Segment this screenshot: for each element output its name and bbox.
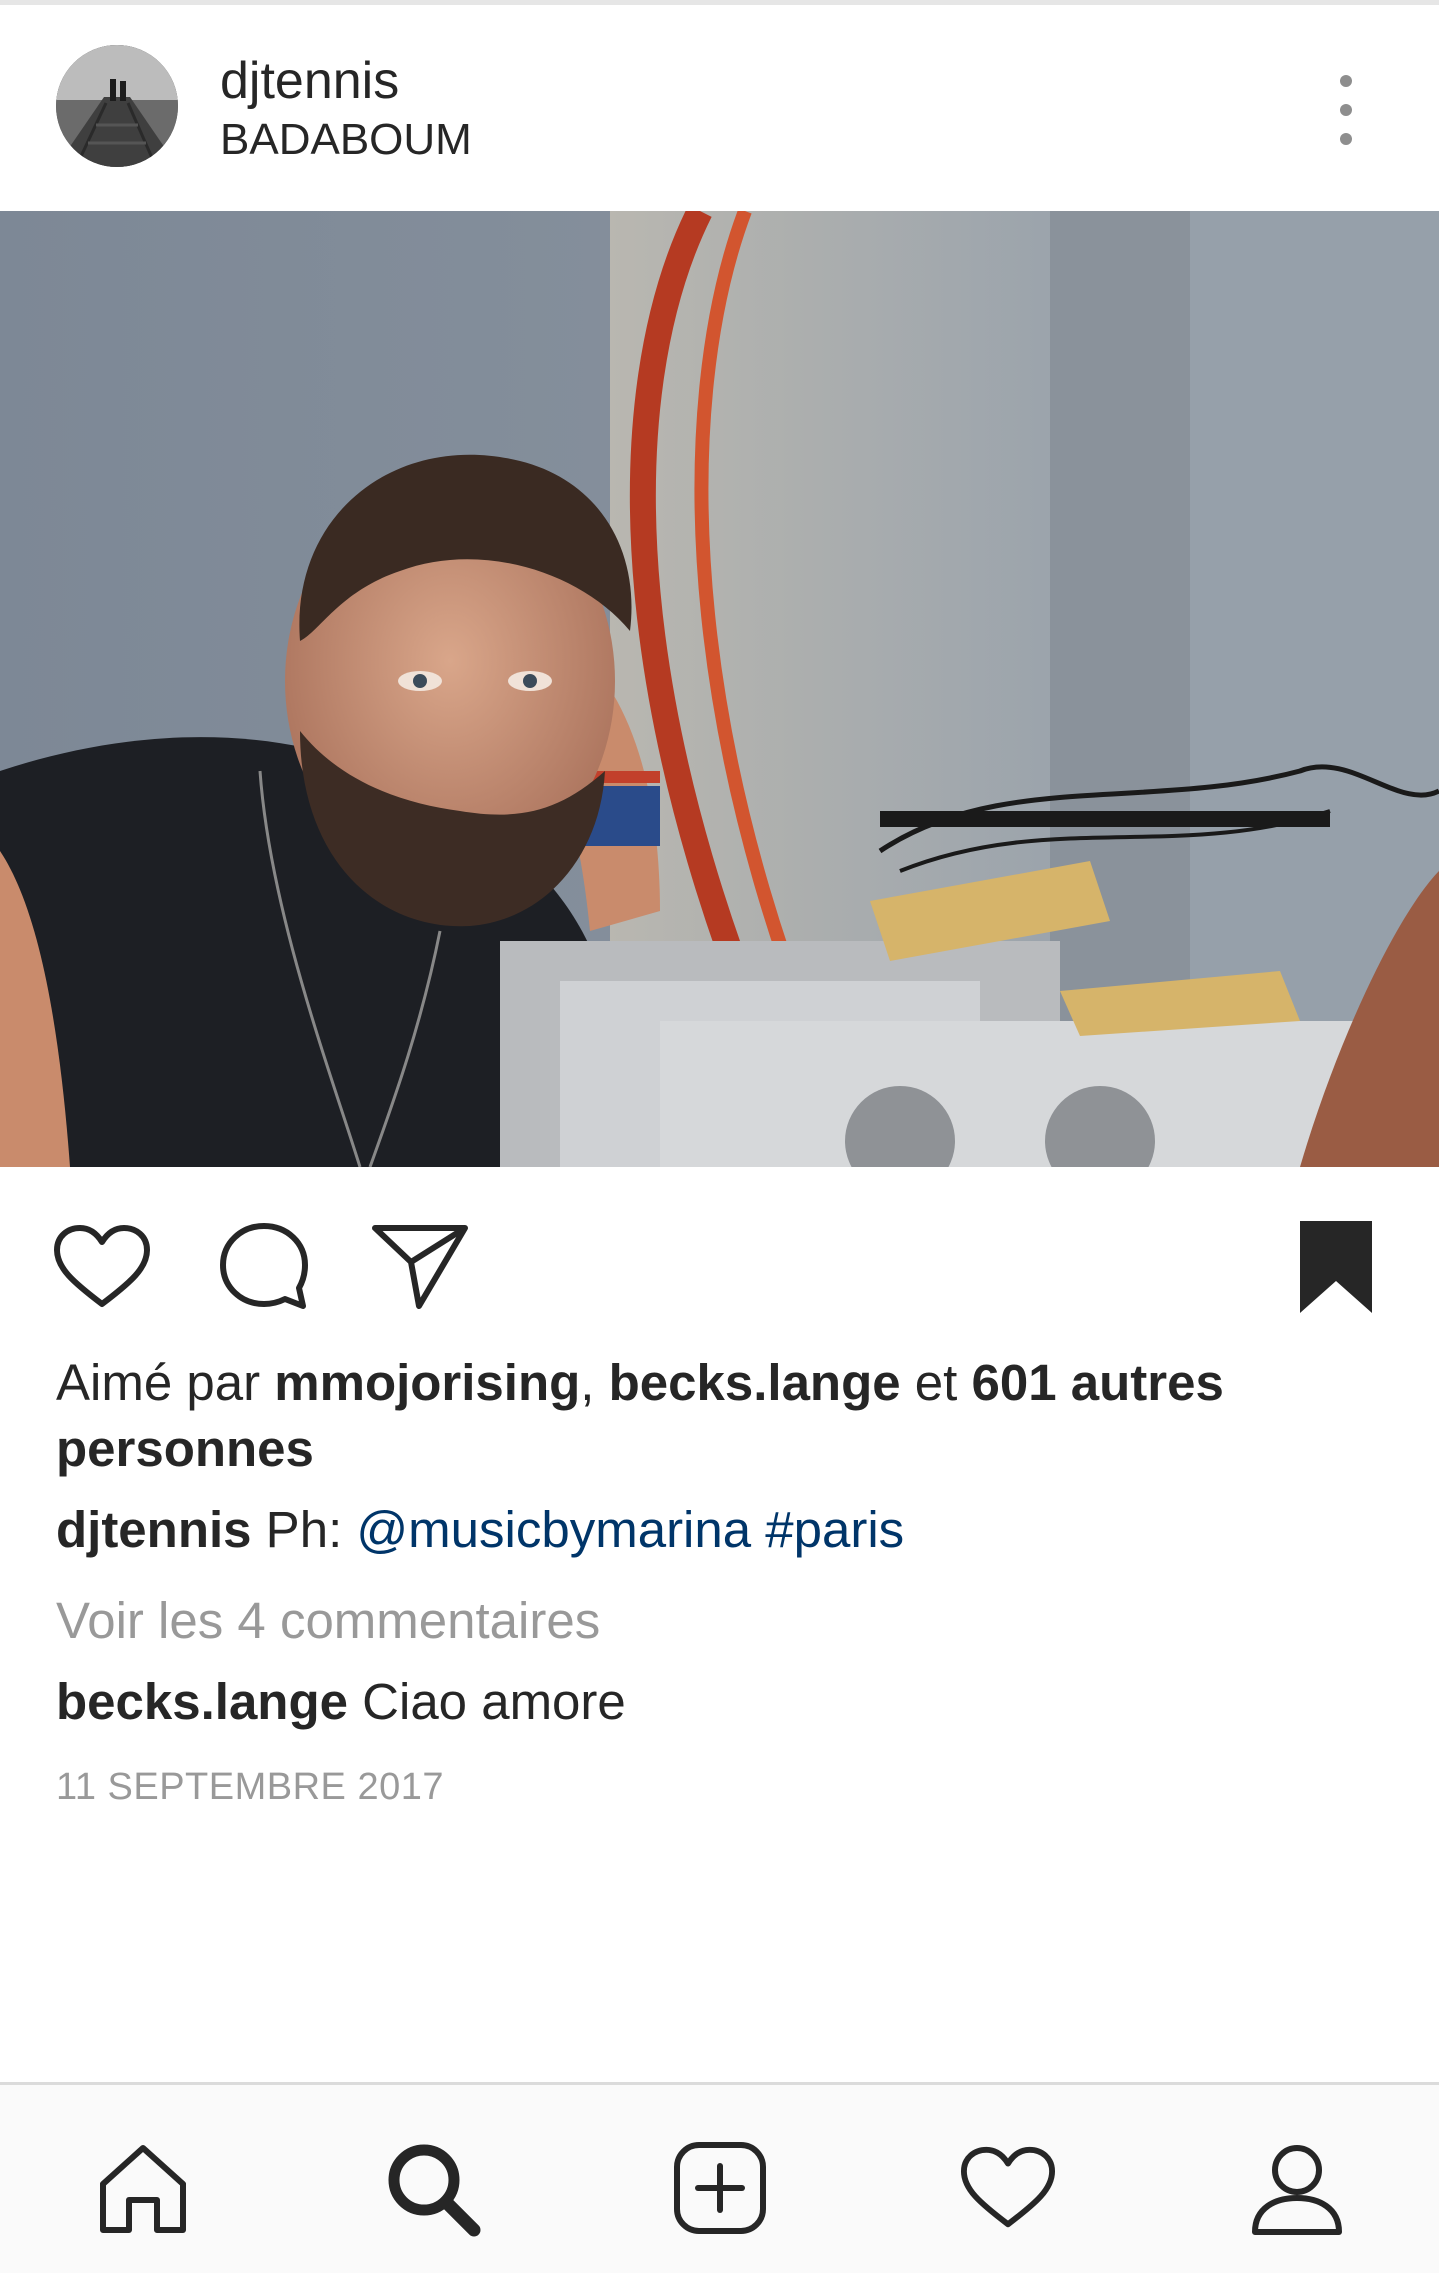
add-post-icon bbox=[674, 2142, 766, 2234]
nav-home[interactable] bbox=[88, 2133, 198, 2243]
nav-add-post[interactable] bbox=[665, 2133, 775, 2243]
likes-conjunction: et bbox=[900, 1354, 972, 1411]
share-button[interactable] bbox=[370, 1217, 470, 1317]
like-button[interactable] bbox=[52, 1217, 152, 1317]
bookmark-filled-icon bbox=[1300, 1221, 1372, 1313]
likes-prefix: Aimé par bbox=[56, 1354, 275, 1411]
bottom-navigation bbox=[0, 2082, 1439, 2273]
heart-outline-icon bbox=[960, 2146, 1056, 2228]
caption-author[interactable]: djtennis bbox=[56, 1501, 252, 1558]
likes-summary[interactable]: Aimé par mmojorising, becks.lange et 601… bbox=[56, 1350, 1386, 1482]
more-dot bbox=[1340, 75, 1352, 87]
post-actions bbox=[0, 1167, 1439, 1317]
heart-outline-icon bbox=[54, 1225, 150, 1307]
profile-icon bbox=[1252, 2145, 1342, 2235]
comment-bubble-icon bbox=[220, 1223, 308, 1309]
caption-space bbox=[751, 1501, 765, 1558]
post-photo[interactable] bbox=[0, 211, 1439, 1167]
avatar[interactable] bbox=[56, 45, 178, 167]
post-username[interactable]: djtennis bbox=[220, 51, 399, 111]
caption-hashtag[interactable]: #paris bbox=[765, 1501, 904, 1558]
more-dot bbox=[1340, 133, 1352, 145]
post-caption: djtennis Ph: @musicbymarina #paris bbox=[56, 1497, 1386, 1563]
comment-author[interactable]: becks.lange bbox=[56, 1673, 348, 1730]
send-paper-plane-icon bbox=[372, 1225, 468, 1309]
avatar-image bbox=[56, 45, 178, 167]
post-location[interactable]: BADABOUM bbox=[220, 115, 472, 165]
comment-item: becks.lange Ciao amore bbox=[56, 1669, 626, 1735]
search-icon bbox=[388, 2144, 481, 2237]
home-icon bbox=[100, 2145, 186, 2233]
view-comments-link[interactable]: Voir les 4 commentaires bbox=[56, 1588, 600, 1654]
nav-search[interactable] bbox=[377, 2133, 487, 2243]
comment-text: Ciao amore bbox=[347, 1673, 626, 1730]
post-header: djtennis BADABOUM bbox=[0, 5, 1439, 211]
post-photo-illustration bbox=[0, 211, 1439, 1167]
caption-mention[interactable]: @musicbymarina bbox=[356, 1501, 751, 1558]
nav-profile[interactable] bbox=[1242, 2133, 1352, 2243]
more-options-icon[interactable] bbox=[1316, 75, 1376, 145]
liker-username[interactable]: becks.lange bbox=[609, 1354, 901, 1411]
post-date: 11 SEPTEMBRE 2017 bbox=[56, 1766, 444, 1808]
likes-separator: , bbox=[580, 1354, 609, 1411]
nav-activity[interactable] bbox=[953, 2133, 1063, 2243]
comment-button[interactable] bbox=[214, 1217, 314, 1317]
caption-text: Ph: bbox=[251, 1501, 357, 1558]
more-dot bbox=[1340, 104, 1352, 116]
liker-username[interactable]: mmojorising bbox=[274, 1354, 580, 1411]
save-button[interactable] bbox=[1286, 1217, 1386, 1317]
